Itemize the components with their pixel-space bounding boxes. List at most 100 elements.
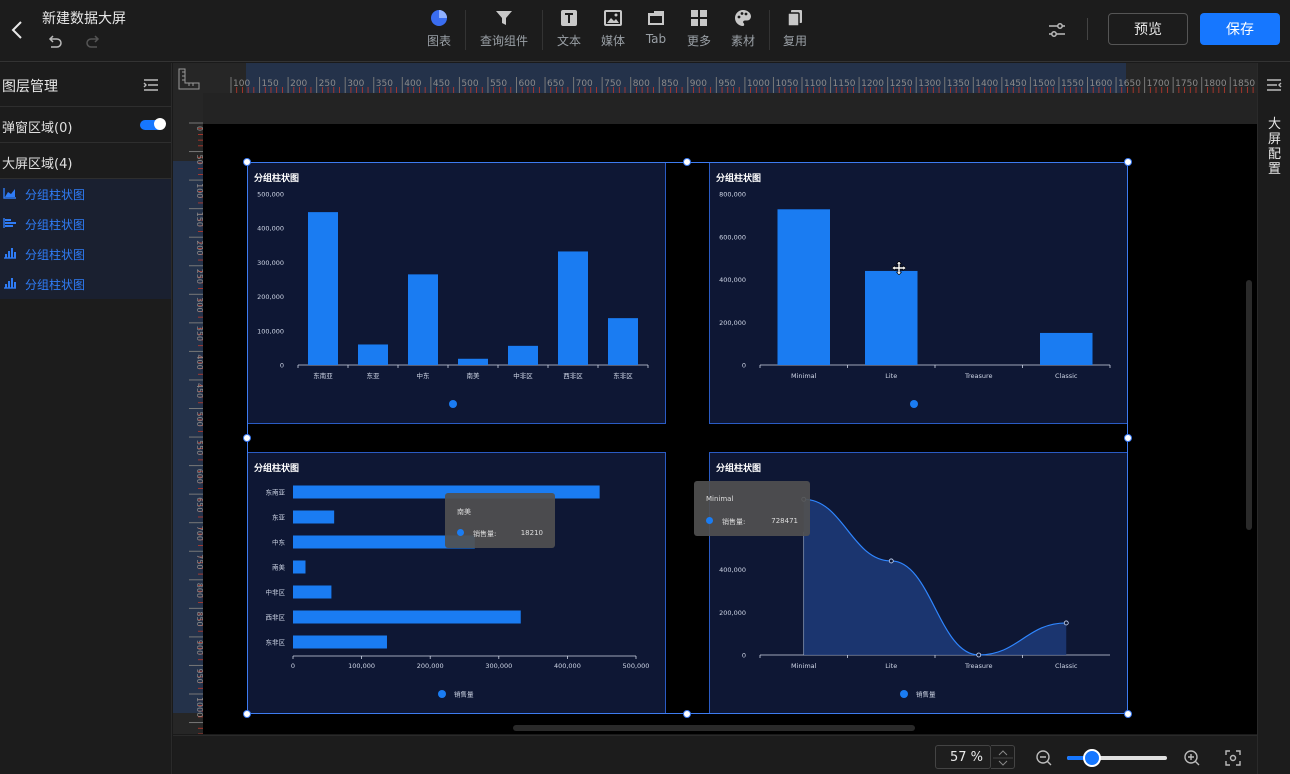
ruler-label: 200: [290, 79, 307, 89]
y-tick-label: 东非区: [266, 638, 286, 647]
zoom-in-icon[interactable]: [1183, 749, 1201, 771]
zoom-out-icon[interactable]: [1035, 749, 1053, 771]
toolbar-media[interactable]: 媒体: [598, 8, 628, 54]
stepper-arrows-icon[interactable]: [991, 746, 1015, 770]
y-tick-label: 500,000: [257, 191, 284, 199]
y-tick-label: 东南亚: [266, 488, 286, 497]
ruler-label: 150: [195, 212, 203, 227]
resize-handle[interactable]: [683, 710, 691, 718]
x-tick-label: 0: [291, 662, 295, 670]
resize-handle[interactable]: [683, 158, 691, 166]
ruler-label: 350: [376, 79, 393, 89]
x-tick-label: 东南亚: [313, 371, 333, 380]
legend-marker: [900, 690, 908, 698]
collapse-menu-icon[interactable]: [143, 77, 159, 96]
horizontal-ruler[interactable]: 100 150 200 250 300 350 400 450 500 550 600 650 700 7…: [203, 63, 1257, 93]
layer-panel-title: 图层管理: [2, 79, 58, 95]
ruler-label: 1550: [1061, 79, 1084, 89]
layer-item[interactable]: 分组柱状图: [0, 269, 171, 299]
layer-item[interactable]: 分组柱状图: [0, 209, 171, 239]
screen-config-label[interactable]: 大屏配置: [1268, 117, 1282, 177]
bar-chart: 0 100,000 200,000 300,000 400,000 500,000 东南亚 东…: [257, 191, 649, 408]
tooltip-series: 销售量:: [473, 530, 497, 538]
horizontal-scrollbar[interactable]: [513, 725, 915, 731]
y-tick-label: 200,000: [257, 293, 284, 301]
fit-screen-icon[interactable]: [1224, 749, 1242, 771]
x-tick-label: 100,000: [348, 662, 375, 670]
legend-marker: [449, 400, 457, 408]
toolbar-query[interactable]: 查询组件: [478, 8, 530, 54]
top-bar: 新建数据大屏 图表 查询组件 文本 媒体 Tab 更多 素材 复用 预览 保存: [0, 0, 1290, 62]
zoom-slider[interactable]: [1067, 749, 1167, 767]
y-tick-label: 0: [280, 362, 284, 370]
layer-label: 分组柱状图: [25, 188, 86, 202]
ruler-label: 1600: [1090, 79, 1113, 89]
back-arrow-icon[interactable]: [8, 18, 28, 42]
x-tick-label: Treasure: [964, 372, 993, 380]
resize-handle[interactable]: [243, 158, 251, 166]
undo-icon[interactable]: [46, 33, 64, 51]
toolbar-tab-label: Tab: [645, 32, 667, 46]
resize-handle[interactable]: [1124, 710, 1132, 718]
resize-handle[interactable]: [243, 434, 251, 442]
toolbar-tab[interactable]: Tab: [642, 8, 670, 54]
zoom-input[interactable]: 57 %: [935, 745, 991, 769]
ruler-label: 1300: [918, 79, 941, 89]
ruler-icon[interactable]: [173, 63, 203, 93]
ruler-label: 850: [661, 79, 678, 89]
save-button[interactable]: 保存: [1200, 13, 1280, 45]
layer-item[interactable]: 分组柱状图: [0, 179, 171, 209]
resize-handle[interactable]: [1124, 158, 1132, 166]
ruler-label: 250: [195, 269, 203, 284]
expand-menu-icon[interactable]: [1266, 77, 1282, 96]
ruler-label: 1650: [1118, 79, 1141, 89]
vertical-scrollbar[interactable]: [1246, 280, 1252, 530]
x-tick-label: Classic: [1055, 662, 1078, 670]
vertical-ruler[interactable]: 0 50 100 150 200 250 300 350 400 450 500 550 600 650 7…: [173, 93, 203, 734]
settings-sliders-icon[interactable]: [1047, 20, 1067, 40]
config-panel-strip: 大屏配置: [1257, 63, 1290, 774]
bar: [293, 560, 306, 574]
zoom-slider-knob[interactable]: [1083, 749, 1101, 767]
ruler-label: 200: [195, 240, 203, 255]
bar: [358, 344, 388, 365]
popup-area-label: 弹窗区域(0): [2, 121, 73, 136]
area-chart-icon: [3, 188, 16, 199]
page-title: 新建数据大屏: [42, 11, 126, 27]
ruler-label: 550: [195, 440, 203, 455]
copy-icon: [787, 10, 802, 27]
zoom-stepper[interactable]: [991, 745, 1015, 769]
ruler-label: 1250: [890, 79, 913, 89]
ruler-label: 1500: [1032, 79, 1055, 89]
layer-panel-header: 图层管理: [0, 63, 171, 107]
toolbar-chart[interactable]: 图表: [424, 8, 454, 54]
x-tick-label: Lite: [885, 372, 897, 380]
resize-handle[interactable]: [243, 710, 251, 718]
chart-card[interactable]: 分组柱状图 0 200,000 400,000 600,000 800,000 Minim…: [709, 162, 1128, 424]
ruler-label: 450: [195, 383, 203, 398]
ruler-label: 1200: [861, 79, 884, 89]
y-tick-label: 400,000: [719, 276, 746, 284]
toolbar-text[interactable]: 文本: [554, 8, 584, 54]
toolbar-material[interactable]: 素材: [728, 8, 758, 54]
y-tick-label: 600,000: [719, 233, 746, 241]
preview-button[interactable]: 预览: [1108, 13, 1188, 45]
bar: [1040, 332, 1093, 365]
chart-card[interactable]: 分组柱状图 0 100,000 200,000 300,000 400,000 500,0…: [247, 162, 666, 424]
ruler-label: 1450: [1004, 79, 1027, 89]
x-tick-label: Classic: [1055, 372, 1078, 380]
y-tick-label: 中东: [272, 538, 286, 547]
chart-card[interactable]: 分组柱状图 东南亚 东亚 中东 南美 中非区 西非区 东非区 0 100,000 200,000 3…: [247, 452, 666, 714]
toolbar-reuse[interactable]: 复用: [780, 8, 810, 54]
legend-label: 销售量: [916, 690, 936, 699]
x-tick-label: 500,000: [623, 662, 650, 670]
ruler-label: 1350: [947, 79, 970, 89]
popup-area-toggle[interactable]: [140, 118, 166, 130]
chart-card[interactable]: 分组柱状图 0 200,000 400,000 Minimal Lite Treasure…: [694, 452, 1128, 714]
redo-icon[interactable]: [84, 33, 102, 51]
toolbar-more[interactable]: 更多: [684, 8, 714, 54]
ruler-label: 100: [195, 183, 203, 198]
toolbar-divider: [542, 10, 543, 50]
resize-handle[interactable]: [1124, 434, 1132, 442]
layer-item[interactable]: 分组柱状图: [0, 239, 171, 269]
